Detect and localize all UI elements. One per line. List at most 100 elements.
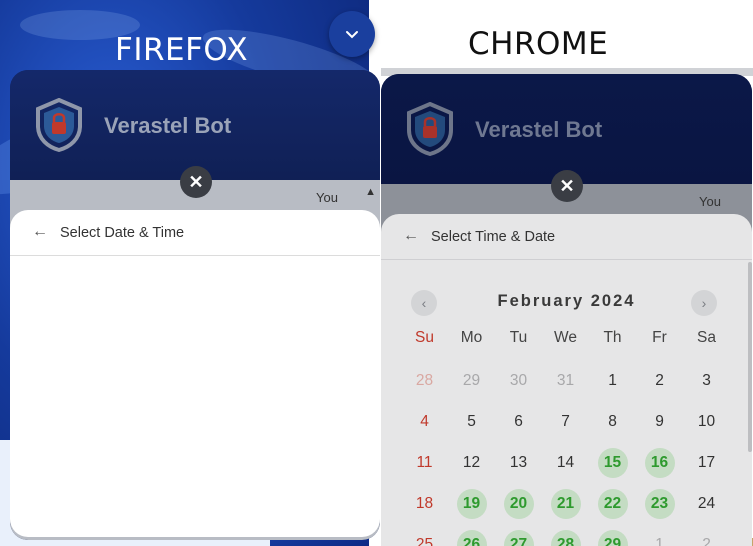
chat-header: Verastel Bot bbox=[381, 74, 752, 184]
calendar-day-number: 6 bbox=[514, 412, 523, 430]
calendar-day: 30 bbox=[495, 360, 542, 401]
bot-name: Verastel Bot bbox=[475, 117, 603, 142]
calendar-day-available[interactable]: 19 bbox=[448, 483, 495, 524]
weekday-label: Tu bbox=[509, 329, 528, 346]
calendar-day: 17 bbox=[683, 442, 730, 483]
calendar-day-available[interactable]: 15 bbox=[589, 442, 636, 483]
sender-label: You bbox=[316, 190, 338, 205]
calendar-day-available[interactable]: 20 bbox=[495, 483, 542, 524]
weekday-label: Fr bbox=[652, 329, 667, 346]
weekday-label: Sa bbox=[697, 329, 716, 346]
calendar-day-number: 17 bbox=[697, 453, 716, 471]
calendar-week-row: 18 19 20 21 22 23 24 bbox=[401, 483, 731, 524]
panel-title: Select Date & Time bbox=[60, 225, 185, 241]
calendar-day-available[interactable]: 22 bbox=[589, 483, 636, 524]
calendar-day: 6 bbox=[495, 401, 542, 442]
calendar-day-available[interactable]: 21 bbox=[542, 483, 589, 524]
calendar-day: 25 bbox=[401, 524, 448, 546]
calendar-week-row: 4 5 6 7 8 9 10 bbox=[401, 401, 731, 442]
panel-title: Select Time & Date bbox=[431, 229, 556, 245]
weekday-label: We bbox=[554, 329, 577, 346]
calendar-day: 4 bbox=[401, 401, 448, 442]
arrow-left-icon[interactable]: ← bbox=[403, 227, 419, 245]
firefox-date-picker-panel: ← Select Date & Time bbox=[10, 210, 380, 537]
panel-header: ← Select Time & Date bbox=[381, 214, 752, 260]
calendar-day: 28 bbox=[401, 360, 448, 401]
calendar-day-available[interactable]: 16 bbox=[636, 442, 683, 483]
close-icon[interactable]: ✕ bbox=[551, 170, 583, 202]
calendar-day-number: 20 bbox=[503, 488, 534, 519]
calendar-day-number: 31 bbox=[556, 371, 575, 389]
sender-label: You bbox=[699, 194, 721, 209]
calendar-day-number: 7 bbox=[561, 412, 570, 430]
calendar-day: 5 bbox=[448, 401, 495, 442]
calendar-day-number: 4 bbox=[420, 412, 429, 430]
calendar-day: 7 bbox=[542, 401, 589, 442]
calendar-day-number: 11 bbox=[416, 453, 433, 471]
chevron-right-icon[interactable]: › bbox=[691, 290, 717, 316]
chrome-date-picker-panel: ← Select Time & Date ‹ February 2024 › S… bbox=[381, 214, 752, 546]
calendar-day-number: 5 bbox=[467, 412, 476, 430]
calendar-day-available[interactable]: 26 bbox=[448, 524, 495, 546]
calendar-day-number: 29 bbox=[462, 371, 481, 389]
calendar-day-number: 19 bbox=[456, 488, 487, 519]
calendar-week-row: 25 26 27 28 29 1 2 bbox=[401, 524, 731, 546]
collapse-chat-button[interactable] bbox=[329, 11, 375, 57]
scroll-up-icon[interactable]: ▲ bbox=[365, 186, 376, 198]
chat-header: Verastel Bot bbox=[10, 70, 380, 180]
calendar-day: 9 bbox=[636, 401, 683, 442]
calendar-day-number: 28 bbox=[550, 529, 581, 546]
calendar-day-number: 8 bbox=[608, 412, 617, 430]
calendar-weekday-row: Su Mo Tu We Th Fr Sa bbox=[401, 329, 731, 347]
weekday-label: Th bbox=[603, 329, 622, 346]
scrollbar[interactable] bbox=[748, 262, 752, 452]
calendar-week-row: 11 12 13 14 15 16 17 bbox=[401, 442, 731, 483]
calendar-day-available[interactable]: 29 bbox=[589, 524, 636, 546]
calendar-day: 2 bbox=[636, 360, 683, 401]
chevron-down-icon bbox=[346, 31, 358, 39]
calendar-day-number: 30 bbox=[509, 371, 528, 389]
calendar-day-number: 25 bbox=[415, 535, 434, 546]
calendar-day-number: 3 bbox=[702, 371, 711, 389]
calendar-day: 1 bbox=[636, 524, 683, 546]
calendar-day: 11 bbox=[401, 442, 448, 483]
calendar-day: 24 bbox=[683, 483, 730, 524]
weekday-label: Su bbox=[415, 329, 434, 346]
calendar-day-number: 16 bbox=[644, 447, 675, 478]
panel-header: ← Select Date & Time bbox=[10, 210, 380, 256]
arrow-left-icon[interactable]: ← bbox=[32, 223, 48, 241]
calendar-day-number: 12 bbox=[462, 453, 481, 471]
close-icon[interactable]: ✕ bbox=[180, 166, 212, 198]
calendar-day: 10 bbox=[683, 401, 730, 442]
calendar-day-number: 9 bbox=[655, 412, 664, 430]
calendar-day-number: 22 bbox=[597, 488, 628, 519]
calendar-day-available[interactable]: 23 bbox=[636, 483, 683, 524]
calendar-day-number: 14 bbox=[556, 453, 575, 471]
calendar-day: 12 bbox=[448, 442, 495, 483]
calendar-day-number: 2 bbox=[702, 535, 711, 546]
calendar-day-number: 27 bbox=[503, 529, 534, 546]
calendar-day-number: 18 bbox=[415, 494, 434, 512]
calendar-day-available[interactable]: 28 bbox=[542, 524, 589, 546]
shield-lock-icon bbox=[407, 102, 453, 156]
calendar-day: 31 bbox=[542, 360, 589, 401]
calendar-grid: 28 29 30 31 1 2 3 4 5 6 7 8 9 10 11 12 13 14 15 16 17 18 19 20 2… bbox=[401, 360, 731, 546]
calendar-day-number: 26 bbox=[456, 529, 487, 546]
calendar-day-number: 28 bbox=[415, 371, 434, 389]
calendar-day: 13 bbox=[495, 442, 542, 483]
calendar-day-number: 29 bbox=[597, 529, 628, 546]
calendar-day-number: 2 bbox=[655, 371, 664, 389]
calendar-day-number: 1 bbox=[655, 535, 664, 546]
calendar-day-number: 15 bbox=[597, 447, 628, 478]
calendar-day: 3 bbox=[683, 360, 730, 401]
calendar-day: 8 bbox=[589, 401, 636, 442]
shield-lock-icon bbox=[36, 98, 82, 152]
calendar-day-number: 21 bbox=[550, 488, 581, 519]
calendar-week-row: 28 29 30 31 1 2 3 bbox=[401, 360, 731, 401]
calendar-day: 29 bbox=[448, 360, 495, 401]
calendar-day-number: 13 bbox=[509, 453, 528, 471]
calendar-day-available[interactable]: 27 bbox=[495, 524, 542, 546]
weekday-label: Mo bbox=[460, 329, 483, 346]
firefox-label: FIREFOX bbox=[115, 32, 249, 68]
calendar-day: 14 bbox=[542, 442, 589, 483]
